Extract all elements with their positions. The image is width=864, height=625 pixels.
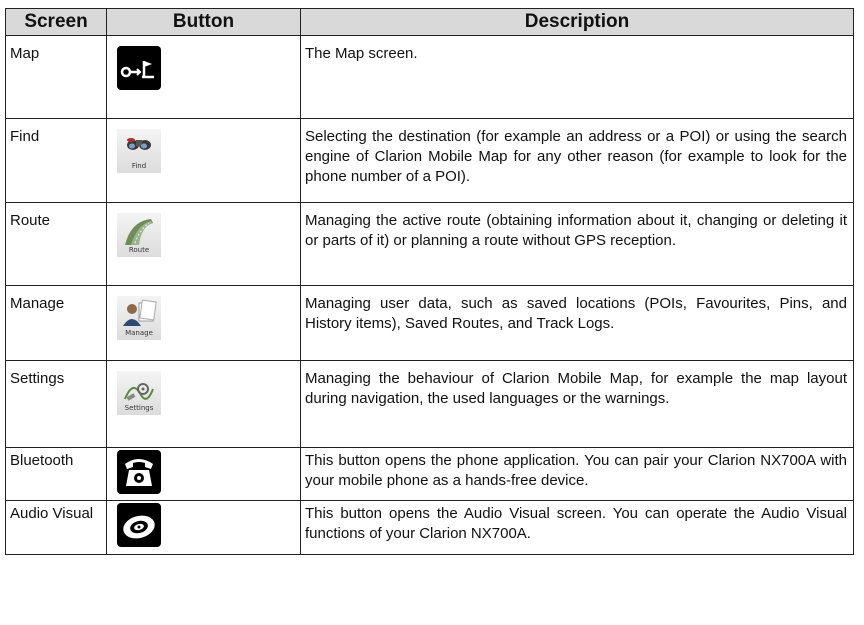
icon-caption: Settings — [124, 404, 154, 412]
table-row: Audio Visual This button opens the Audio… — [5, 500, 854, 555]
description: Managing the behaviour of Clarion Mobile… — [300, 360, 854, 448]
screen-name: Settings — [5, 360, 107, 448]
icon-caption: Route — [128, 246, 150, 254]
icon-caption: Find — [131, 162, 147, 170]
screen-name: Bluetooth — [5, 447, 107, 501]
screen-name: Route — [5, 202, 107, 286]
button-cell: Route — [106, 202, 301, 286]
table-header-row: Screen Button Description — [5, 8, 854, 36]
description: Managing user data, such as saved locati… — [300, 285, 854, 361]
description: Managing the active route (obtaining inf… — [300, 202, 854, 286]
settings-icon[interactable]: Settings — [117, 371, 161, 415]
button-cell — [106, 500, 301, 555]
telephone-icon[interactable] — [117, 450, 161, 494]
table-row: Settings Settings Managing the behaviour… — [5, 360, 854, 448]
table-row: Route Route Managing the active route (o… — [5, 202, 854, 286]
button-cell: Settings — [106, 360, 301, 448]
screen-name: Find — [5, 118, 107, 203]
header-description: Description — [300, 8, 854, 36]
description: The Map screen. — [300, 35, 854, 119]
header-button: Button — [106, 8, 301, 36]
screens-table: Screen Button Description Map The Map sc… — [5, 8, 854, 555]
screen-name: Manage — [5, 285, 107, 361]
user-data-icon[interactable]: Manage — [117, 296, 161, 340]
description: Selecting the destination (for example a… — [300, 118, 854, 203]
description: This button opens the Audio Visual scree… — [300, 500, 854, 555]
icon-caption: Manage — [125, 329, 153, 337]
table-row: Manage Manage Managing user data, such a… — [5, 285, 854, 361]
button-cell: Manage — [106, 285, 301, 361]
binoculars-icon[interactable]: Find — [117, 129, 161, 173]
table-row: Map The Map screen. — [5, 35, 854, 119]
button-cell — [106, 447, 301, 501]
road-icon[interactable]: Route — [117, 213, 161, 257]
table-row: Bluetooth This button opens the phone ap… — [5, 447, 854, 501]
screen-name: Map — [5, 35, 107, 119]
table-row: Find Find Selecting the destination (for… — [5, 118, 854, 203]
button-cell — [106, 35, 301, 119]
disc-icon[interactable] — [117, 503, 161, 547]
screen-name: Audio Visual — [5, 500, 107, 555]
header-screen: Screen — [5, 8, 107, 36]
map-flag-icon[interactable] — [117, 46, 161, 90]
button-cell: Find — [106, 118, 301, 203]
description: This button opens the phone application.… — [300, 447, 854, 501]
